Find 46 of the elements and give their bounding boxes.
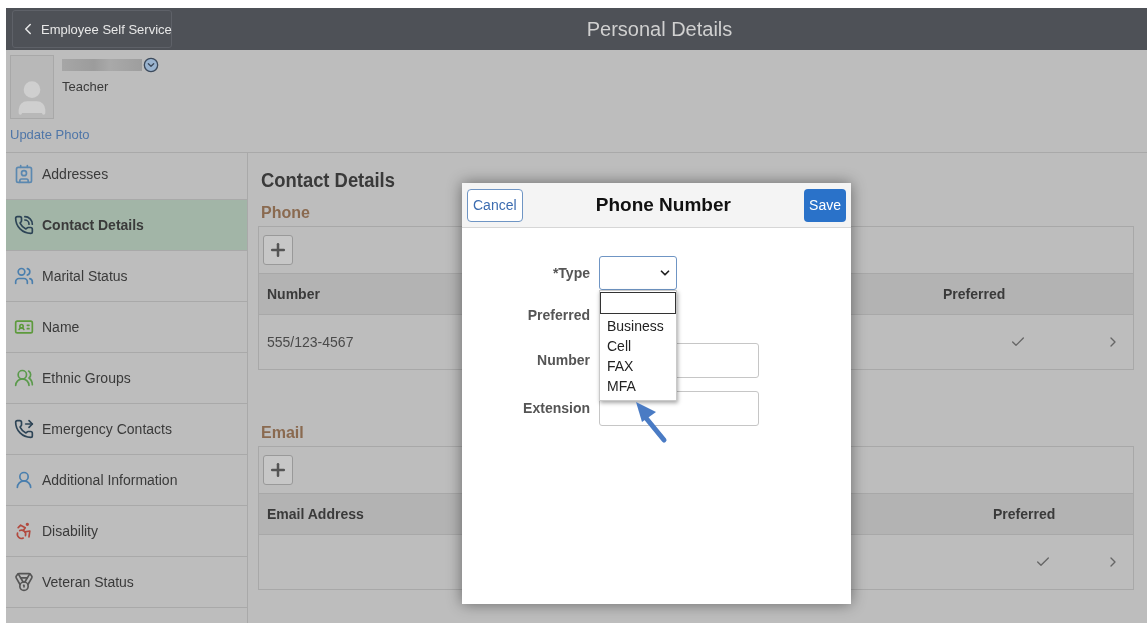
- column-header: Preferred: [993, 506, 1057, 522]
- id-card-icon: [14, 317, 34, 337]
- sidebar-item[interactable]: Ethnic Groups: [6, 353, 247, 404]
- column-header: Preferred: [943, 286, 1007, 302]
- phone-icon: [14, 215, 34, 235]
- sidebar-item[interactable]: Disability: [6, 506, 247, 557]
- group-icon: [14, 368, 34, 388]
- cancel-button[interactable]: Cancel: [467, 188, 523, 222]
- field-label: Preferred: [526, 307, 590, 323]
- phone-icon: [14, 419, 34, 439]
- back-button[interactable]: Employee Self Service: [12, 10, 172, 48]
- medal-icon: [14, 572, 34, 592]
- people-icon: [14, 266, 34, 286]
- dropdown-option[interactable]: Cell: [600, 336, 676, 356]
- page-title: Personal Details: [585, 17, 734, 41]
- group-label: Phone: [261, 204, 310, 222]
- contact-card-icon: [14, 164, 34, 184]
- field-label: Number: [536, 352, 590, 368]
- add-button[interactable]: [263, 455, 293, 485]
- job-title: Teacher: [62, 79, 110, 94]
- sidebar-item[interactable]: Emergency Contacts: [6, 404, 247, 455]
- save-button[interactable]: Save: [804, 188, 846, 222]
- sidebar-item[interactable]: Contact Details: [6, 200, 247, 251]
- section-title: Contact Details: [261, 169, 395, 192]
- dropdown-icon[interactable]: [143, 57, 159, 73]
- sidebar-item[interactable]: Veteran Status: [6, 557, 247, 608]
- dropdown-option[interactable]: MFA: [600, 376, 676, 396]
- blank-option[interactable]: [600, 292, 676, 314]
- plus-icon: [268, 240, 288, 260]
- column-header: Email Address: [267, 506, 365, 522]
- wheelchair-icon: [14, 521, 34, 541]
- column-header: Number: [267, 286, 321, 302]
- group-label: Email: [261, 424, 304, 442]
- avatar-placeholder: [10, 55, 54, 119]
- sidebar-item[interactable]: Marital Status: [6, 251, 247, 302]
- sidebar-item[interactable]: Additional Information: [6, 455, 247, 506]
- field-label: *Type: [551, 265, 590, 281]
- field-label: Extension: [522, 400, 590, 416]
- dropdown-option[interactable]: Business: [600, 316, 676, 336]
- add-button[interactable]: [263, 235, 293, 265]
- table-cell: 555/123-4567: [267, 334, 354, 350]
- person-icon: [14, 470, 34, 490]
- plus-icon: [268, 460, 288, 480]
- dropdown-option[interactable]: FAX: [600, 356, 676, 376]
- sidebar-item[interactable]: Name: [6, 302, 247, 353]
- dialog-title: Phone Number: [595, 194, 731, 216]
